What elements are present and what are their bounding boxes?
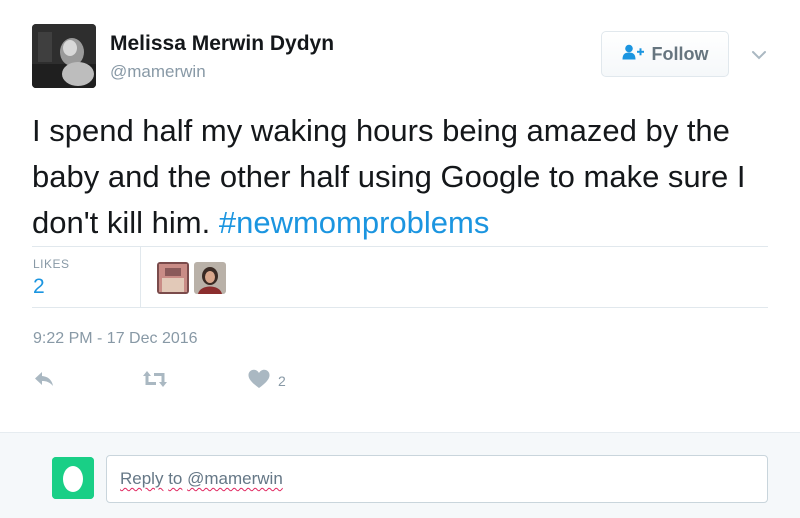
reply-button[interactable]	[33, 370, 55, 392]
likes-count[interactable]: 2	[33, 275, 45, 299]
follow-button[interactable]: Follow	[601, 31, 729, 77]
like-count: 2	[278, 373, 286, 389]
likes-label: LIKES	[33, 257, 70, 271]
chevron-down-icon[interactable]	[748, 44, 770, 66]
reply-input[interactable]: Reply to @mamerwin	[106, 455, 768, 503]
tweet-timestamp[interactable]: 9:22 PM - 17 Dec 2016	[33, 330, 198, 348]
retweet-icon	[142, 370, 168, 393]
divider	[32, 246, 768, 247]
like-button[interactable]: 2	[248, 369, 286, 394]
stats-separator	[140, 247, 141, 307]
liker-avatar[interactable]	[157, 262, 189, 294]
hashtag-link[interactable]: #newmomproblems	[219, 205, 490, 240]
liker-avatar[interactable]	[194, 262, 226, 294]
follow-label: Follow	[651, 43, 709, 64]
add-user-icon	[622, 44, 644, 65]
tweet-text: I spend half my waking hours being amaze…	[32, 108, 777, 246]
retweet-button[interactable]	[142, 370, 168, 392]
reply-composer: Reply to @mamerwin	[0, 432, 800, 518]
heart-icon	[248, 369, 270, 394]
tweet-card: Melissa Merwin Dydyn @mamerwin Follow I …	[0, 0, 800, 432]
divider	[32, 307, 768, 308]
author-handle[interactable]: @mamerwin	[110, 62, 206, 82]
user-avatar[interactable]	[52, 457, 94, 499]
reply-placeholder-mention: @mamerwin	[187, 469, 283, 488]
reply-icon	[33, 370, 55, 393]
author-name[interactable]: Melissa Merwin Dydyn	[110, 32, 334, 56]
author-avatar[interactable]	[32, 24, 96, 88]
reply-placeholder-word: Reply	[120, 469, 164, 488]
reply-placeholder-to: to	[168, 469, 183, 488]
